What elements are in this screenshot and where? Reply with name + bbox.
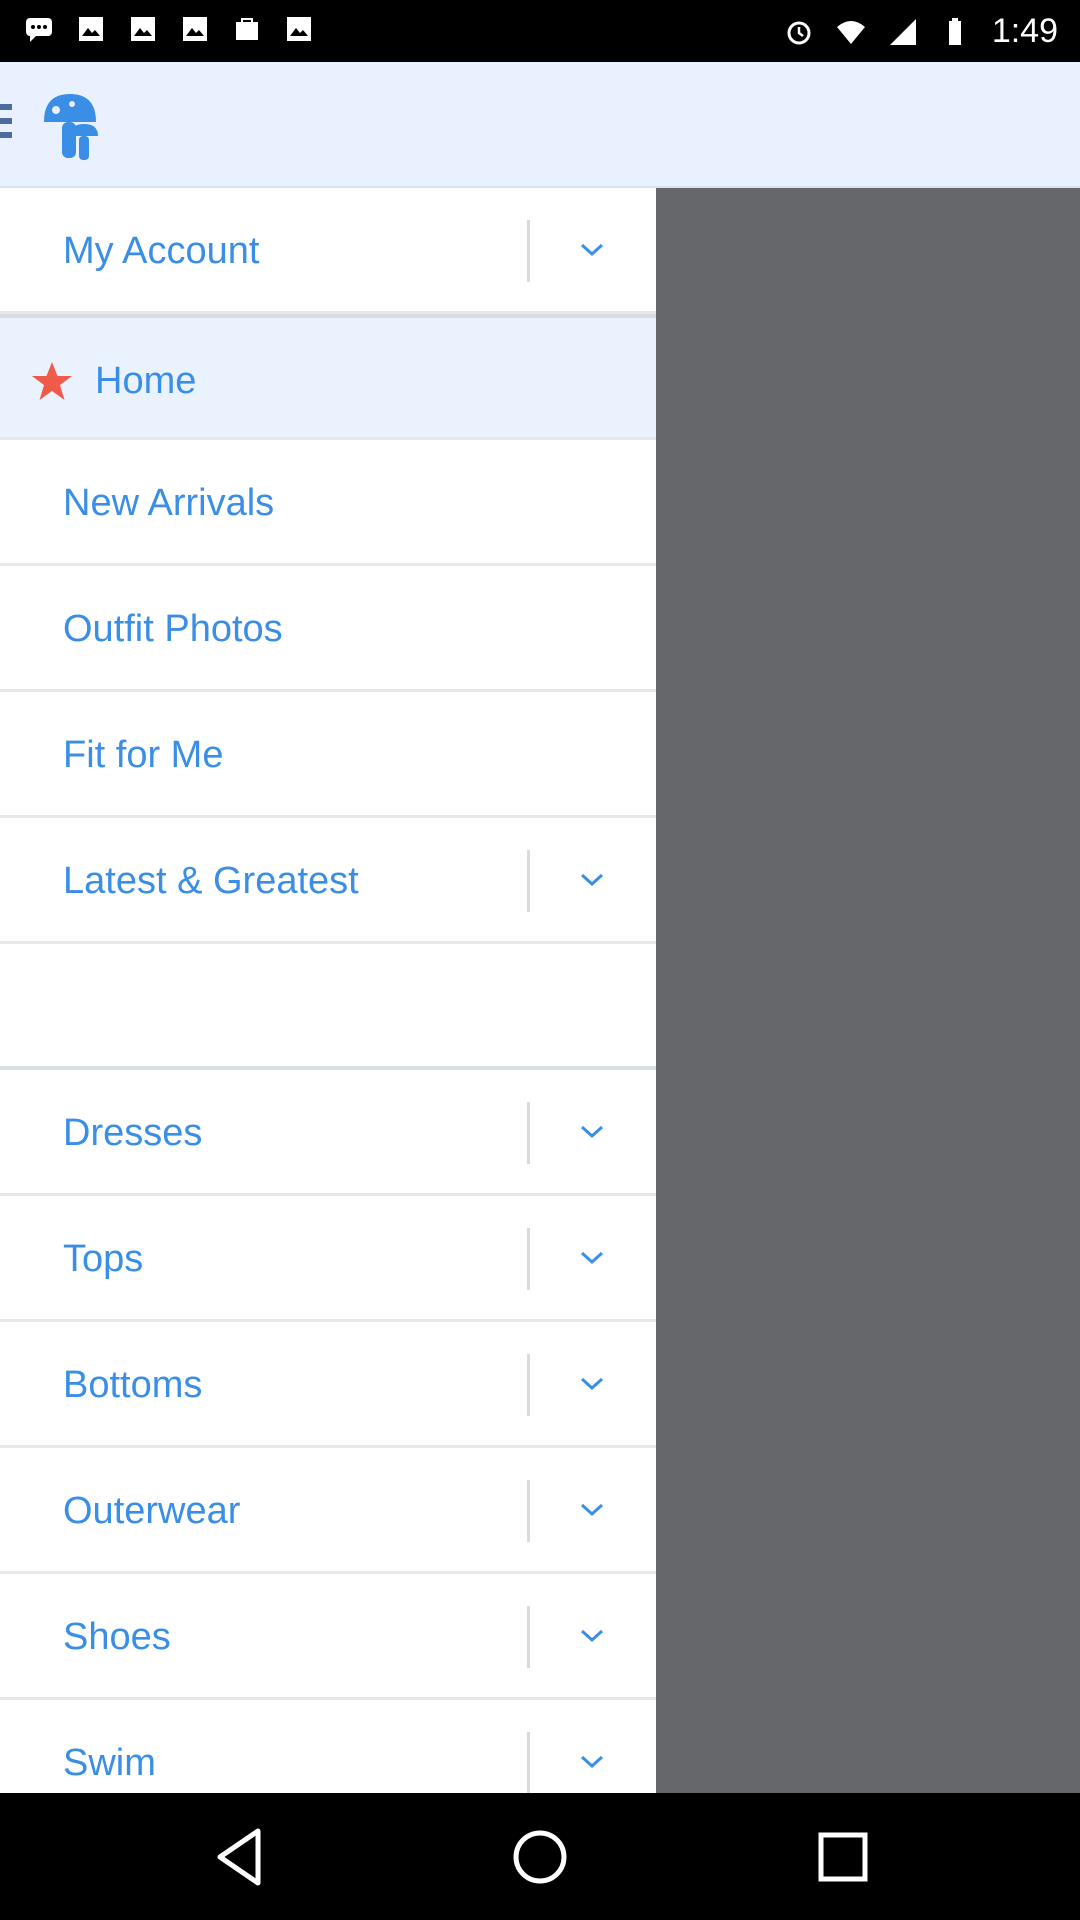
chevron-down-icon[interactable] [577,1620,607,1650]
drawer-scrim[interactable] [656,188,1080,1793]
chevron-down-icon[interactable] [577,1368,607,1398]
alarm-icon [787,21,811,44]
home-icon[interactable] [500,1817,580,1897]
image-icon [183,17,207,41]
app-bar [0,62,1080,188]
drawer-item-tops[interactable]: Tops [0,1196,656,1322]
drawer-item-label: Latest & Greatest [63,860,359,902]
divider [527,1606,530,1668]
recents-icon[interactable] [803,1817,883,1897]
chevron-down-icon[interactable] [577,1494,607,1524]
hamburger-icon[interactable] [0,104,12,144]
drawer-item-bottoms[interactable]: Bottoms [0,1322,656,1448]
drawer-item-label: Tops [63,1238,144,1280]
drawer-item-label: Fit for Me [63,734,224,776]
drawer-item-outfit-photos[interactable]: Outfit Photos [0,566,656,692]
status-bar: 1:49 [0,0,1080,62]
back-icon[interactable] [200,1817,280,1897]
mushroom-logo-icon[interactable] [36,88,106,168]
drawer-item-my-account[interactable]: My Account [0,188,656,314]
drawer-item-shoes[interactable]: Shoes [0,1574,656,1700]
divider [527,1354,530,1416]
drawer-item-label: Home [95,360,197,402]
drawer-item-swim[interactable]: Swim [0,1700,656,1793]
battery-icon [948,17,961,45]
chevron-down-icon[interactable] [577,1116,607,1146]
drawer-item-label: Dresses [63,1112,203,1154]
divider [527,850,530,912]
divider [527,1480,530,1542]
divider [527,1102,530,1164]
drawer-item-label: Outfit Photos [63,608,283,650]
drawer-item-outerwear[interactable]: Outerwear [0,1448,656,1574]
chevron-down-icon[interactable] [577,1746,607,1776]
drawer-item-label: Shoes [63,1616,171,1658]
divider [527,1732,530,1793]
signal-icon [889,18,916,45]
drawer-item-label: Outerwear [63,1490,241,1532]
notification-icons [24,14,314,44]
image-icon [79,17,103,41]
drawer-item-new-arrivals[interactable]: New Arrivals [0,440,656,566]
navigation-drawer: My Account Home New Arrivals Outfit Phot… [0,188,656,1793]
chat-icon [26,18,52,42]
wifi-icon [836,20,865,44]
chevron-down-icon[interactable] [577,234,607,264]
image-icon [131,17,155,41]
drawer-item-dresses[interactable]: Dresses [0,1070,656,1196]
divider [527,1228,530,1290]
drawer-section-spacer [0,944,656,1070]
star-icon [32,362,72,400]
store-icon [236,18,258,40]
drawer-item-label: Bottoms [63,1364,203,1406]
chevron-down-icon[interactable] [577,1242,607,1272]
image-icon [287,17,311,41]
status-time: 1:49 [991,12,1058,50]
chevron-down-icon[interactable] [577,864,607,894]
drawer-item-label: New Arrivals [63,482,275,524]
system-nav-bar [0,1793,1080,1920]
drawer-item-fit-for-me[interactable]: Fit for Me [0,692,656,818]
drawer-item-label: Swim [63,1742,156,1784]
drawer-item-latest-greatest[interactable]: Latest & Greatest [0,818,656,944]
drawer-item-label: My Account [63,230,260,272]
divider [527,220,530,282]
system-icons: 1:49 [784,12,1058,51]
drawer-item-home[interactable]: Home [0,314,656,440]
